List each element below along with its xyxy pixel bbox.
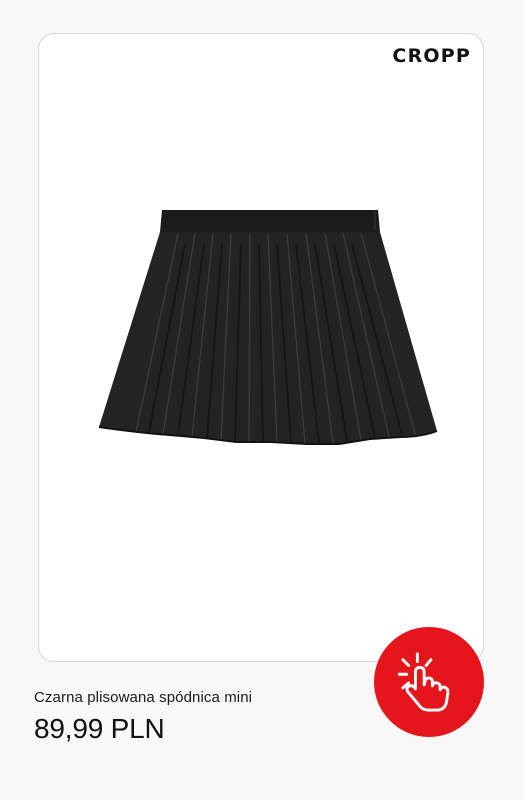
tap-hand-icon [398,652,450,712]
product-price: 89,99 PLN [34,713,165,744]
product-image [98,210,438,445]
product-card[interactable]: CROPP [38,33,484,662]
tap-cta-button[interactable] [374,627,484,737]
product-name: Czarna plisowana spódnica mini [34,689,253,706]
brand-logo: CROPP [392,45,471,67]
